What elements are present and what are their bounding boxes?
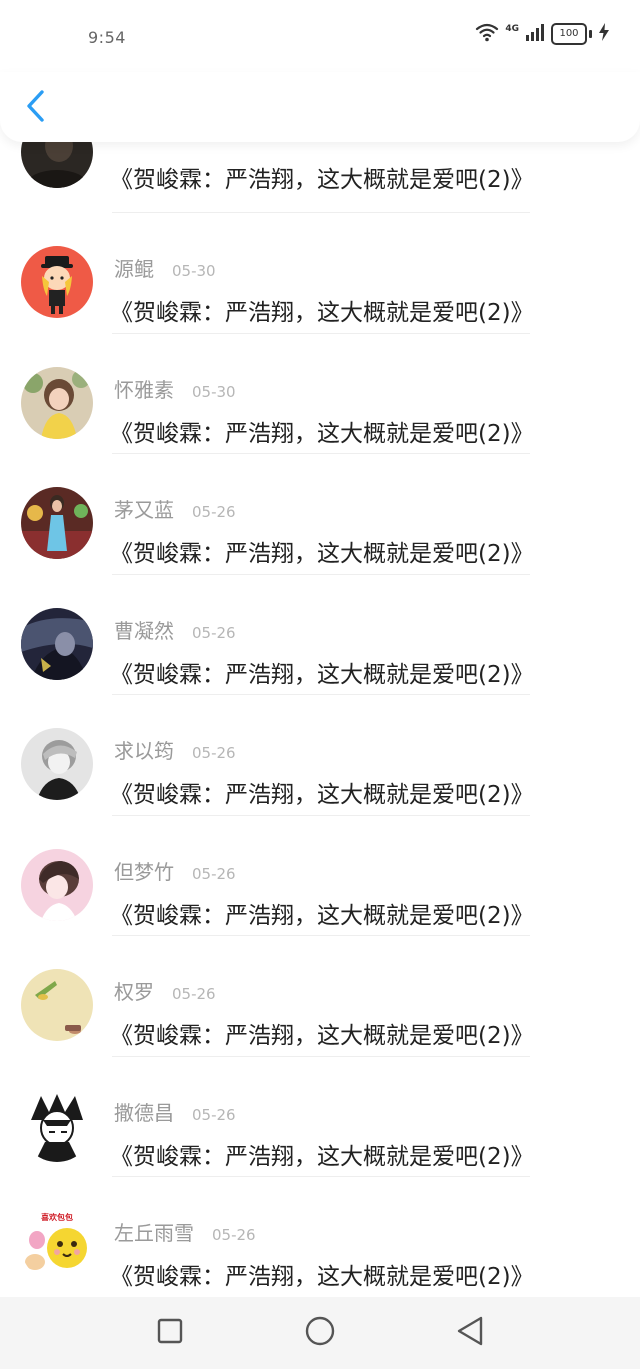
triangle-left-icon xyxy=(455,1315,485,1351)
recents-button[interactable] xyxy=(150,1313,190,1353)
signal-icon xyxy=(525,22,545,46)
avatar-sticker-text: 喜欢包包 xyxy=(41,1212,73,1222)
user-name[interactable]: 怀雅素 xyxy=(114,374,174,403)
bolt-icon xyxy=(598,23,610,45)
post-title: 《贺峻霖：严浩翔，这大概就是爱吧(2)》 xyxy=(110,167,534,193)
post-date: 05-26 xyxy=(192,1105,236,1124)
user-name[interactable]: 权罗 xyxy=(114,976,154,1005)
user-name[interactable]: 撒德昌 xyxy=(114,1097,174,1126)
system-back-button[interactable] xyxy=(450,1313,490,1353)
home-button[interactable] xyxy=(300,1313,340,1353)
network-type: 4G xyxy=(505,24,519,34)
chevron-left-icon xyxy=(25,89,47,127)
post-title: 《贺峻霖：严浩翔，这大概就是爱吧(2)》 xyxy=(110,1264,534,1290)
list-item[interactable]: 《贺峻霖：严浩翔，这大概就是爱吧(2)》 xyxy=(0,116,640,213)
post-date: 05-26 xyxy=(192,744,236,762)
post-title: 《贺峻霖：严浩翔，这大概就是爱吧(2)》 xyxy=(110,541,534,567)
post-date: 05-30 xyxy=(172,262,216,280)
status-bar: 9:54 4G 100 xyxy=(0,0,640,72)
item-meta: 求以筠 05-26 xyxy=(114,735,236,764)
list-item[interactable]: 怀雅素 05-30 《贺峻霖：严浩翔，这大概就是爱吧(2)》 xyxy=(0,334,640,455)
list-item[interactable]: 茅又蓝 05-26 《贺峻霖：严浩翔，这大概就是爱吧(2)》 xyxy=(0,454,640,575)
user-name[interactable]: 求以筠 xyxy=(114,735,174,764)
post-title: 《贺峻霖：严浩翔，这大概就是爱吧(2)》 xyxy=(110,661,534,688)
avatar xyxy=(21,728,93,800)
avatar xyxy=(21,366,93,439)
wifi-icon xyxy=(475,22,499,46)
status-time: 9:54 xyxy=(88,28,126,47)
post-title: 《贺峻霖：严浩翔，这大概就是爱吧(2)》 xyxy=(110,782,534,808)
avatar xyxy=(21,848,93,921)
back-button[interactable] xyxy=(18,86,54,130)
message-list: 《贺峻霖：严浩翔，这大概就是爱吧(2)》 源鲲 05-30 《贺峻霖：严浩翔，这… xyxy=(0,116,640,1298)
avatar xyxy=(21,487,93,559)
user-name[interactable]: 源鲲 xyxy=(114,253,154,282)
list-item[interactable]: 求以筠 05-26 《贺峻霖：严浩翔，这大概就是爱吧(2)》 xyxy=(0,695,640,816)
post-date: 05-26 xyxy=(192,503,236,521)
item-meta: 曹凝然 05-26 xyxy=(114,615,236,644)
item-meta: 茅又蓝 05-26 xyxy=(114,494,236,523)
post-date: 05-30 xyxy=(192,382,236,401)
avatar xyxy=(21,607,93,680)
post-date: 05-26 xyxy=(172,985,216,1003)
list-item[interactable]: 但梦竹 05-26 《贺峻霖：严浩翔，这大概就是爱吧(2)》 xyxy=(0,816,640,937)
avatar xyxy=(21,246,93,318)
status-icons: 4G 100 xyxy=(475,22,610,46)
item-meta: 撒德昌 05-26 xyxy=(114,1097,236,1126)
user-name[interactable]: 茅又蓝 xyxy=(114,494,174,523)
item-meta: 左丘雨雪 05-26 xyxy=(114,1217,256,1246)
list-item[interactable]: 喜欢包包 左丘雨雪 05-26 《贺峻霖：严浩翔，这大概就是爱吧(2)》 xyxy=(0,1177,640,1298)
system-nav-bar xyxy=(0,1297,640,1369)
list-item[interactable]: 源鲲 05-30 《贺峻霖：严浩翔，这大概就是爱吧(2)》 xyxy=(0,213,640,334)
square-icon xyxy=(156,1317,184,1349)
avatar xyxy=(21,1089,93,1162)
post-title: 《贺峻霖：严浩翔，这大概就是爱吧(2)》 xyxy=(110,1143,534,1170)
post-title: 《贺峻霖：严浩翔，这大概就是爱吧(2)》 xyxy=(110,420,534,447)
circle-icon xyxy=(304,1315,336,1351)
post-title: 《贺峻霖：严浩翔，这大概就是爱吧(2)》 xyxy=(110,902,534,929)
header xyxy=(0,72,640,142)
item-meta: 但梦竹 05-26 xyxy=(114,856,236,885)
battery-icon: 100 xyxy=(551,23,592,45)
post-date: 05-26 xyxy=(192,623,236,642)
list-item[interactable]: 撒德昌 05-26 《贺峻霖：严浩翔，这大概就是爱吧(2)》 xyxy=(0,1057,640,1178)
user-name[interactable]: 但梦竹 xyxy=(114,856,174,885)
avatar xyxy=(21,969,93,1041)
avatar: 喜欢包包 xyxy=(21,1210,93,1282)
list-item[interactable]: 权罗 05-26 《贺峻霖：严浩翔，这大概就是爱吧(2)》 xyxy=(0,936,640,1057)
user-name[interactable]: 左丘雨雪 xyxy=(114,1217,194,1246)
list-item[interactable]: 曹凝然 05-26 《贺峻霖：严浩翔，这大概就是爱吧(2)》 xyxy=(0,575,640,696)
post-title: 《贺峻霖：严浩翔，这大概就是爱吧(2)》 xyxy=(110,1023,534,1049)
post-date: 05-26 xyxy=(192,864,236,883)
item-meta: 权罗 05-26 xyxy=(114,976,216,1005)
battery-level: 100 xyxy=(551,23,587,45)
item-meta: 怀雅素 05-30 xyxy=(114,374,236,403)
post-title: 《贺峻霖：严浩翔，这大概就是爱吧(2)》 xyxy=(110,300,534,326)
item-meta: 源鲲 05-30 xyxy=(114,253,216,282)
post-date: 05-26 xyxy=(212,1226,256,1244)
battery-tip xyxy=(589,30,592,38)
user-name[interactable]: 曹凝然 xyxy=(114,615,174,644)
